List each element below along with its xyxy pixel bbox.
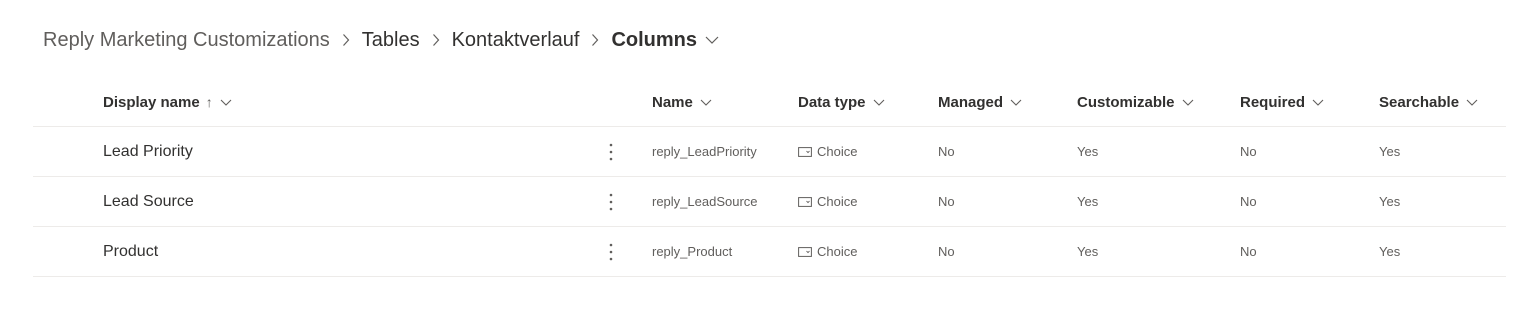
required-cell: No	[1240, 194, 1257, 209]
managed-cell: No	[938, 194, 955, 209]
column-header-label: Display name	[103, 93, 200, 111]
display-name-cell[interactable]: Product	[103, 227, 158, 276]
name-cell: reply_LeadPriority	[652, 144, 757, 159]
customizable-cell: Yes	[1077, 244, 1099, 259]
chevron-down-icon	[1466, 99, 1478, 106]
data-type-label: Choice	[817, 194, 858, 209]
searchable-cell: Yes	[1379, 194, 1401, 209]
column-header-data-type[interactable]: Data type	[798, 78, 885, 126]
data-type-cell: Choice	[798, 177, 857, 226]
column-header-name[interactable]: Name	[652, 78, 712, 126]
display-name-cell[interactable]: Lead Priority	[103, 127, 193, 176]
column-header-display-name[interactable]: Display name ↑	[103, 78, 232, 126]
chevron-right-icon	[420, 33, 452, 47]
column-header-label: Required	[1240, 93, 1306, 111]
sort-ascending-icon: ↑	[205, 94, 213, 110]
column-header-label: Searchable	[1379, 93, 1460, 111]
breadcrumb: Reply Marketing Customizations Tables Ko…	[43, 24, 719, 56]
chevron-down-icon	[220, 99, 232, 106]
more-vertical-icon[interactable]	[601, 188, 621, 216]
column-header-label: Data type	[798, 93, 866, 111]
data-type-label: Choice	[817, 144, 858, 159]
breadcrumb-item-table[interactable]: Kontaktverlauf	[452, 29, 580, 52]
chevron-down-icon	[700, 99, 712, 106]
chevron-down-icon	[1312, 99, 1324, 106]
choice-type-icon	[798, 246, 812, 257]
column-header-label: Managed	[938, 93, 1004, 111]
choice-type-icon	[798, 196, 812, 207]
row-more-cell	[601, 127, 621, 176]
columns-table: Display name ↑ Name Data type Managed Cu…	[33, 78, 1506, 277]
customizable-cell: Yes	[1077, 194, 1099, 209]
chevron-down-icon	[1182, 99, 1194, 106]
name-cell: reply_LeadSource	[652, 194, 758, 209]
customizable-cell: Yes	[1077, 144, 1099, 159]
required-cell: No	[1240, 144, 1257, 159]
table-row[interactable]: Product reply_Product Choice No Yes No Y…	[33, 227, 1506, 277]
row-more-cell	[601, 177, 621, 226]
column-header-label: Name	[652, 93, 693, 111]
required-cell: No	[1240, 244, 1257, 259]
column-header-searchable[interactable]: Searchable	[1379, 78, 1478, 126]
managed-cell: No	[938, 144, 955, 159]
breadcrumb-item-tables[interactable]: Tables	[362, 29, 420, 52]
column-header-managed[interactable]: Managed	[938, 78, 1022, 126]
column-header-label: Customizable	[1077, 93, 1175, 111]
more-vertical-icon[interactable]	[601, 238, 621, 266]
searchable-cell: Yes	[1379, 244, 1401, 259]
data-type-cell: Choice	[798, 127, 857, 176]
more-vertical-icon[interactable]	[601, 138, 621, 166]
chevron-down-icon	[1010, 99, 1022, 106]
chevron-right-icon	[579, 33, 611, 47]
name-cell: reply_Product	[652, 244, 733, 259]
data-type-cell: Choice	[798, 227, 857, 276]
column-header-required[interactable]: Required	[1240, 78, 1324, 126]
table-header-row: Display name ↑ Name Data type Managed Cu…	[33, 78, 1506, 127]
breadcrumb-item-solution[interactable]: Reply Marketing Customizations	[43, 29, 330, 52]
searchable-cell: Yes	[1379, 144, 1401, 159]
chevron-right-icon	[330, 33, 362, 47]
breadcrumb-current-label: Columns	[611, 28, 698, 51]
table-row[interactable]: Lead Source reply_LeadSource Choice No Y…	[33, 177, 1506, 227]
breadcrumb-current-columns[interactable]: Columns	[611, 29, 719, 52]
column-header-customizable[interactable]: Customizable	[1077, 78, 1194, 126]
data-type-label: Choice	[817, 244, 858, 259]
chevron-down-icon	[873, 99, 885, 106]
chevron-down-icon	[705, 36, 719, 44]
managed-cell: No	[938, 244, 955, 259]
page: Reply Marketing Customizations Tables Ko…	[0, 0, 1536, 329]
table-row[interactable]: Lead Priority reply_LeadPriority Choice …	[33, 127, 1506, 177]
row-more-cell	[601, 227, 621, 276]
choice-type-icon	[798, 146, 812, 157]
display-name-cell[interactable]: Lead Source	[103, 177, 194, 226]
